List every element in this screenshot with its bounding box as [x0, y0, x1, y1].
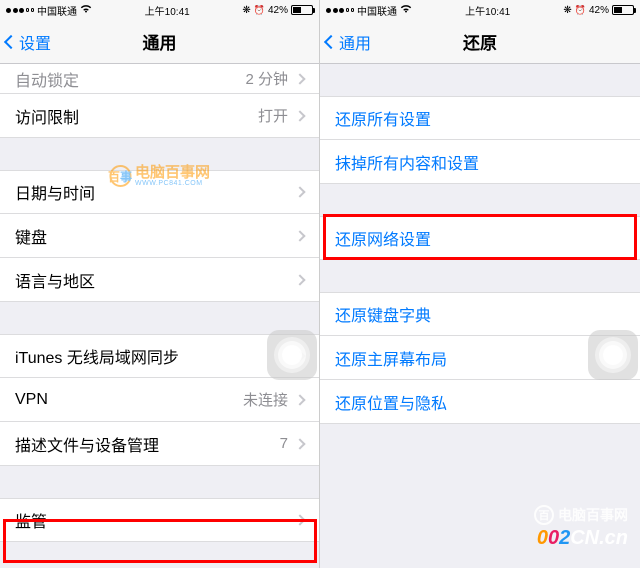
nav-bar: 设置 通用 — [0, 20, 319, 64]
chevron-right-icon — [294, 394, 305, 405]
screen-general-settings: 中国联通 上午10:41 ❋ ⏰ 42% 设置 通用 — [0, 0, 320, 568]
carrier-label: 中国联通 — [357, 3, 397, 18]
page-title: 还原 — [463, 29, 497, 54]
chevron-right-icon — [294, 186, 305, 197]
battery-icon — [291, 5, 313, 15]
page-title: 通用 — [143, 29, 177, 54]
signal-icon — [326, 8, 354, 13]
row-vpn[interactable]: VPN 未连接 — [0, 378, 319, 422]
time-label: 上午10:41 — [145, 3, 190, 18]
chevron-right-icon — [294, 73, 305, 84]
chevron-left-icon — [324, 34, 338, 48]
brand-logo-icon: 百 — [534, 505, 554, 525]
back-button[interactable]: 设置 — [6, 30, 51, 54]
chevron-right-icon — [294, 514, 305, 525]
chevron-left-icon — [4, 34, 18, 48]
chevron-right-icon — [294, 230, 305, 241]
signal-icon — [6, 8, 34, 13]
row-profiles[interactable]: 描述文件与设备管理 7 — [0, 422, 319, 466]
back-label: 通用 — [339, 30, 371, 54]
row-keyboard[interactable]: 键盘 — [0, 214, 319, 258]
row-reset-keyboard-dict[interactable]: 还原键盘字典 — [320, 292, 640, 336]
row-language-region[interactable]: 语言与地区 — [0, 258, 319, 302]
time-label: 上午10:41 — [465, 3, 510, 18]
battery-pct: 42% — [589, 5, 609, 16]
row-restrictions[interactable]: 访问限制 打开 — [0, 94, 319, 138]
assistive-touch[interactable] — [588, 330, 638, 380]
alarm-icon: ⏰ — [254, 5, 265, 16]
battery-icon — [612, 5, 634, 15]
row-auto-lock[interactable]: 自动锁定 2 分钟 — [0, 64, 319, 94]
battery-pct: 42% — [268, 5, 288, 16]
status-bar: 中国联通 上午10:41 ❋ ⏰ 42% — [0, 0, 319, 20]
row-reset-network[interactable]: 还原网络设置 — [320, 216, 640, 260]
row-supervision[interactable]: 监管 — [0, 498, 319, 542]
chevron-right-icon — [294, 274, 305, 285]
nav-bar: 通用 还原 — [320, 20, 640, 64]
loading-icon: ❋ — [242, 5, 250, 16]
chevron-right-icon — [294, 110, 305, 121]
chevron-right-icon — [294, 438, 305, 449]
wifi-icon — [80, 4, 92, 16]
corner-brand: 百 电脑百事网 002CN.cn — [534, 505, 628, 550]
row-reset-location-privacy[interactable]: 还原位置与隐私 — [320, 380, 640, 424]
settings-list: 自动锁定 2 分钟 访问限制 打开 日期与时间 键盘 — [0, 64, 319, 568]
loading-icon: ❋ — [563, 5, 571, 16]
back-label: 设置 — [19, 30, 51, 54]
row-reset-all-settings[interactable]: 还原所有设置 — [320, 96, 640, 140]
row-date-time[interactable]: 日期与时间 — [0, 170, 319, 214]
alarm-icon: ⏰ — [575, 5, 586, 16]
row-erase-all[interactable]: 抹掉所有内容和设置 — [320, 140, 640, 184]
wifi-icon — [400, 4, 412, 16]
brand-url: 002CN.cn — [537, 527, 628, 550]
screen-reset: 中国联通 上午10:41 ❋ ⏰ 42% 通用 还原 — [320, 0, 640, 568]
assistive-touch[interactable] — [267, 330, 317, 380]
back-button[interactable]: 通用 — [326, 30, 371, 54]
carrier-label: 中国联通 — [37, 3, 77, 18]
status-bar: 中国联通 上午10:41 ❋ ⏰ 42% — [320, 0, 640, 20]
